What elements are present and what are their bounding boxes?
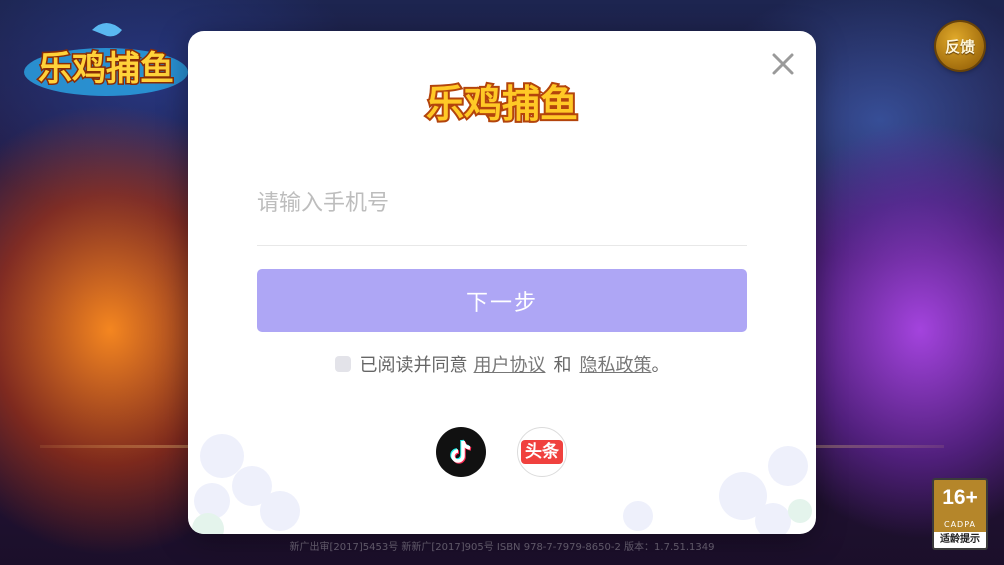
close-icon[interactable] xyxy=(770,51,796,77)
game-logo-corner: 乐鸡捕鱼 xyxy=(24,23,188,96)
age-rating-org: CADPA xyxy=(943,520,976,529)
phone-number-input[interactable] xyxy=(257,181,747,225)
age-rating-number: 16+ xyxy=(942,486,978,509)
agreement-row: 已阅读并同意 用户协议 和 隐私政策 。 xyxy=(188,351,816,377)
game-logo: 乐鸡捕鱼 xyxy=(424,80,580,128)
douyin-login-button[interactable] xyxy=(436,427,486,477)
license-info: 新广出审[2017]5453号 新新广[2017]905号 ISBN 978-7… xyxy=(289,542,715,553)
privacy-policy-link[interactable]: 隐私政策 xyxy=(580,351,652,377)
agreement-and: 和 xyxy=(553,355,572,376)
douyin-icon xyxy=(450,439,472,464)
feedback-button[interactable]: 反馈 xyxy=(936,22,984,70)
toutiao-icon: 头条 xyxy=(521,439,563,465)
login-dialog: 乐鸡捕鱼 下一步 已阅读并同意 用户协议 和 隐私政策 。 头条 xyxy=(188,31,816,534)
agreement-suffix: 。 xyxy=(651,355,670,376)
toutiao-login-button[interactable]: 头条 xyxy=(517,427,567,477)
user-agreement-link[interactable]: 用户协议 xyxy=(474,351,546,377)
next-step-button[interactable]: 下一步 xyxy=(257,269,747,332)
agreement-prefix: 已阅读并同意 xyxy=(359,355,468,376)
svg-text:乐鸡捕鱼: 乐鸡捕鱼 xyxy=(38,49,174,89)
svg-text:乐鸡捕鱼: 乐鸡捕鱼 xyxy=(426,82,578,126)
agreement-checkbox[interactable] xyxy=(334,356,351,372)
input-underline xyxy=(257,245,747,246)
